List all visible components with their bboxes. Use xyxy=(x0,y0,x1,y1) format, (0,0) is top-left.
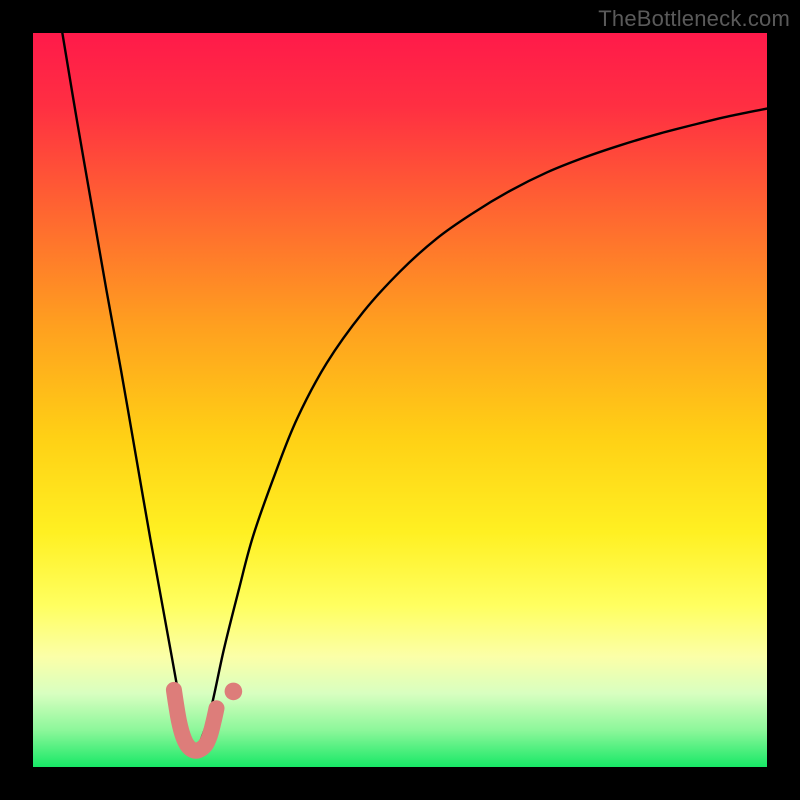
gradient-background xyxy=(33,33,767,767)
watermark-text: TheBottleneck.com xyxy=(598,6,790,32)
plot-area xyxy=(33,33,767,767)
chart-frame: TheBottleneck.com xyxy=(0,0,800,800)
chart-svg xyxy=(33,33,767,767)
dot-marker-icon xyxy=(225,683,243,701)
